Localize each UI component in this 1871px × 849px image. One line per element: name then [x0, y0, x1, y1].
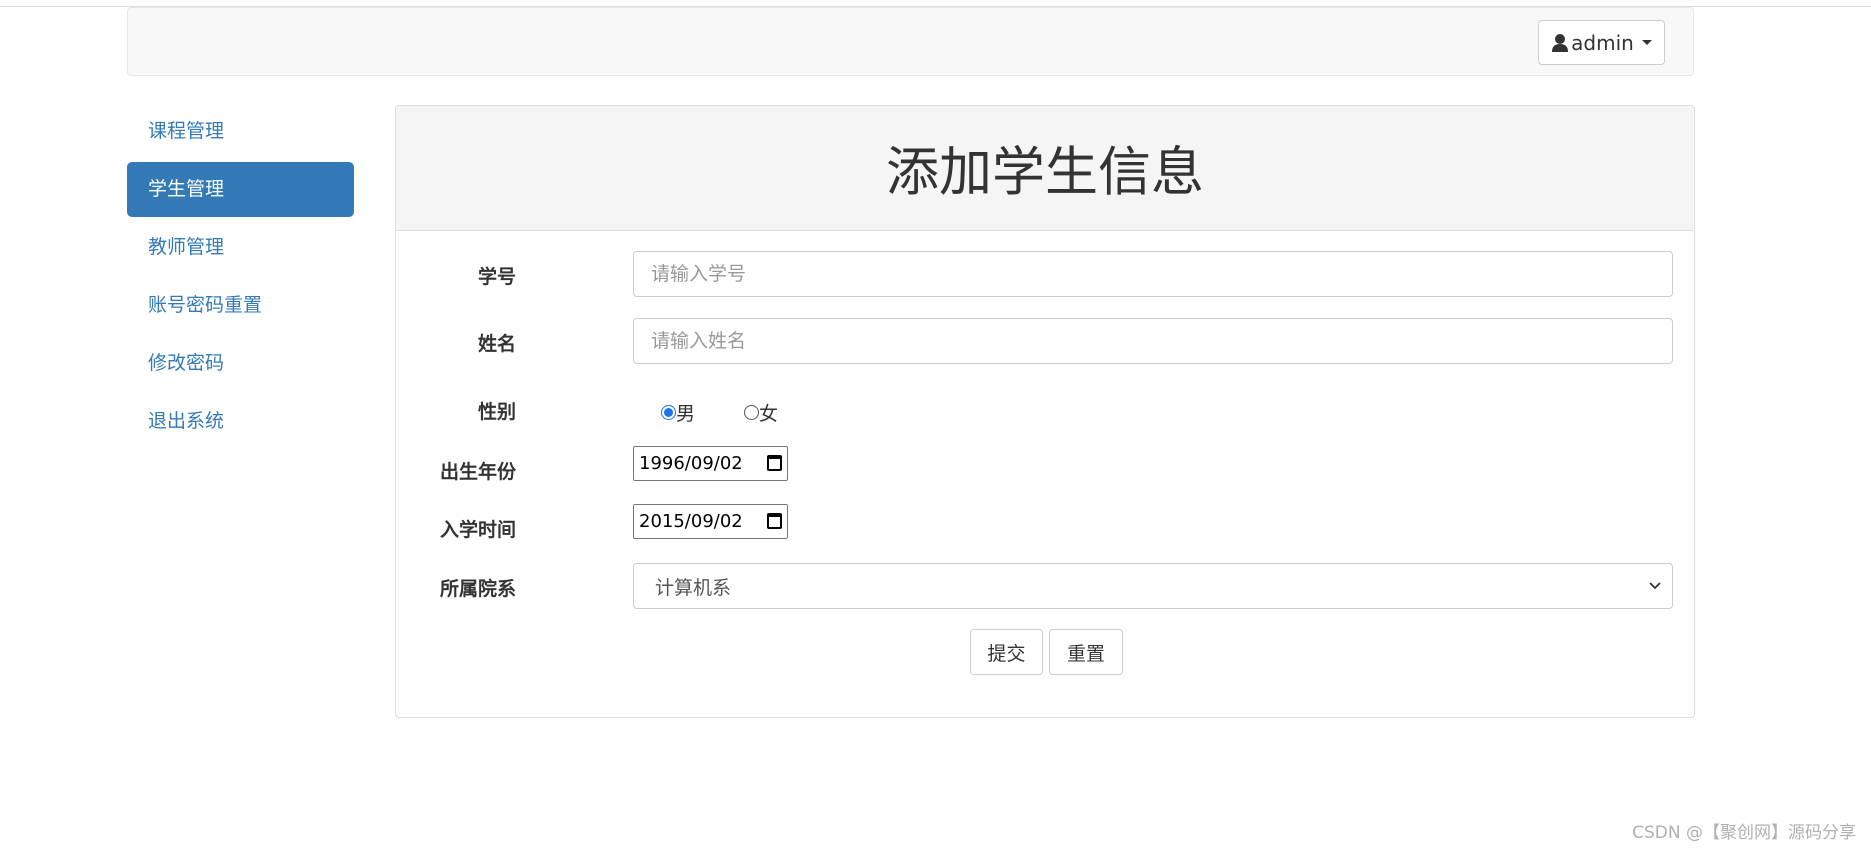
sidebar-item-change-password[interactable]: 修改密码 [127, 336, 354, 391]
gender-male-radio[interactable]: 男 [661, 399, 695, 426]
gender-female-label: 女 [759, 403, 779, 425]
sidebar-item-teacher[interactable]: 教师管理 [127, 220, 354, 275]
caret-down-icon [1641, 40, 1652, 45]
user-menu-button[interactable]: admin [1538, 20, 1665, 65]
gender-label: 性别 [477, 401, 516, 423]
top-navbar: admin [127, 7, 1694, 76]
sidebar-item-student[interactable]: 学生管理 [127, 162, 354, 217]
department-selected: 计算机系 [655, 576, 732, 599]
calendar-icon[interactable] [767, 455, 782, 471]
birth-label: 出生年份 [439, 461, 516, 483]
sidebar-item-account-reset[interactable]: 账号密码重置 [127, 278, 354, 333]
birth-date-value: 1996/09/02 [639, 453, 743, 474]
add-student-panel: 添加学生信息 学号 姓名 性别 男 女 出生年份 1996/09/02 入学时间… [395, 105, 1695, 718]
calendar-icon[interactable] [767, 513, 782, 529]
enroll-date-value: 2015/09/02 [639, 511, 743, 532]
gender-male-label: 男 [676, 403, 696, 425]
user-icon [1551, 33, 1569, 53]
radio-unchecked-icon [744, 405, 759, 420]
watermark: CSDN @【聚创网】源码分享 [1632, 823, 1856, 843]
radio-checked-icon [661, 405, 676, 420]
sidebar-item-course[interactable]: 课程管理 [127, 104, 354, 159]
enroll-label: 入学时间 [439, 519, 516, 541]
department-label: 所属院系 [439, 578, 516, 600]
submit-button[interactable]: 提交 [970, 629, 1043, 675]
sidebar-item-logout[interactable]: 退出系统 [127, 394, 354, 449]
user-name: admin [1571, 30, 1634, 55]
chevron-down-icon [1649, 582, 1661, 590]
reset-button[interactable]: 重置 [1049, 629, 1123, 675]
page-title: 添加学生信息 [886, 142, 1204, 203]
student-id-input[interactable] [633, 251, 1673, 297]
birth-date-input[interactable]: 1996/09/02 [633, 446, 788, 481]
name-label: 姓名 [477, 333, 516, 355]
name-input[interactable] [633, 318, 1673, 364]
department-select[interactable]: 计算机系 [633, 563, 1673, 609]
sidebar: 课程管理 学生管理 教师管理 账号密码重置 修改密码 退出系统 [127, 104, 354, 452]
gender-female-radio[interactable]: 女 [744, 399, 778, 426]
panel-heading: 添加学生信息 [396, 106, 1694, 231]
enroll-date-input[interactable]: 2015/09/02 [633, 504, 788, 539]
student-id-label: 学号 [477, 266, 516, 288]
